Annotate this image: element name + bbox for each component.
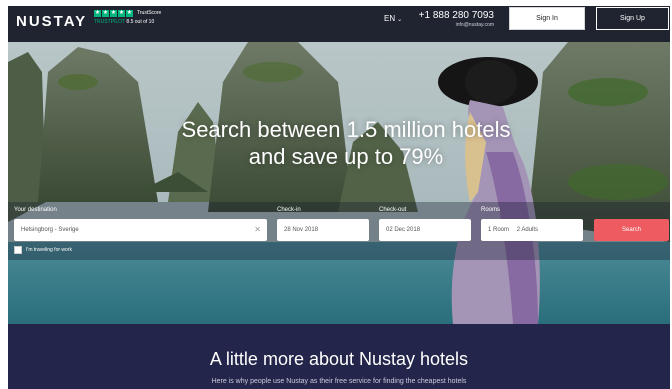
star-icon: ★ <box>110 10 117 17</box>
sign-up-button[interactable]: Sign Up <box>596 7 669 30</box>
trustscore-label: TrustScore <box>137 10 162 16</box>
hero-background-image <box>8 42 670 324</box>
rooms-value: 1 Room <box>488 227 510 233</box>
nustay-logo[interactable]: NUSTAY <box>16 13 87 30</box>
checkout-label: Check-out <box>379 207 407 213</box>
hero-headline-line1: Search between 1.5 million hotels <box>181 117 511 142</box>
trustpilot-rating: TRUSTPILOT 8.5 out of 10 <box>94 19 154 25</box>
rooms-label: Rooms <box>481 207 501 213</box>
search-button[interactable]: Search <box>594 219 669 241</box>
star-icon: ★ <box>102 10 109 17</box>
trustpilot-logo: TRUSTPILOT <box>94 19 126 25</box>
support-phone[interactable]: +1 888 280 7093 <box>419 10 494 21</box>
site-header: NUSTAY ★ ★ ★ ★ ★ TrustScore TRUSTPILOT 8… <box>8 6 670 42</box>
language-selector[interactable]: EN ⌄ <box>384 14 402 23</box>
trustpilot-rating-text: 8.5 out of 10 <box>126 19 155 25</box>
chevron-down-icon: ⌄ <box>397 17 403 23</box>
star-icon: ★ <box>126 10 133 17</box>
destination-label: Your destination <box>14 207 57 213</box>
checkin-label: Check-in <box>277 207 301 213</box>
language-value: EN <box>384 14 396 23</box>
sign-in-button[interactable]: Sign In <box>509 7 585 30</box>
adults-value: 2 Adults <box>516 227 539 233</box>
about-title: A little more about Nustay hotels <box>209 349 469 369</box>
about-subtitle: Here is why people use Nustay as their f… <box>211 378 467 385</box>
star-icon: ★ <box>118 10 125 17</box>
about-section: A little more about Nustay hotels Here i… <box>8 324 670 389</box>
hero-section: Search between 1.5 million hotels and sa… <box>8 42 670 324</box>
checkout-date-input[interactable]: 02 Dec 2018 <box>379 219 471 241</box>
rooms-guests-selector[interactable]: 1 Room 2 Adults <box>481 219 583 241</box>
trustpilot-stars: ★ ★ ★ ★ ★ <box>94 10 133 17</box>
support-email[interactable]: info@nustay.com <box>456 22 494 28</box>
clear-icon[interactable]: ✕ <box>254 219 261 241</box>
star-icon: ★ <box>94 10 101 17</box>
hero-headline: Search between 1.5 million hotels and sa… <box>146 116 546 170</box>
page: NUSTAY ★ ★ ★ ★ ★ TrustScore TRUSTPILOT 8… <box>0 0 672 389</box>
work-travel-label[interactable]: I'm traveling for work <box>26 247 72 253</box>
work-travel-checkbox[interactable] <box>14 246 22 254</box>
hero-headline-line2: and save up to 79% <box>248 144 444 169</box>
destination-value: Helsingborg - Sverige <box>21 227 79 233</box>
checkin-date-input[interactable]: 28 Nov 2018 <box>277 219 369 241</box>
trustpilot-badge[interactable]: ★ ★ ★ ★ ★ TrustScore TRUSTPILOT 8.5 out … <box>94 9 184 25</box>
destination-input[interactable]: Helsingborg - Sverige ✕ <box>14 219 267 241</box>
